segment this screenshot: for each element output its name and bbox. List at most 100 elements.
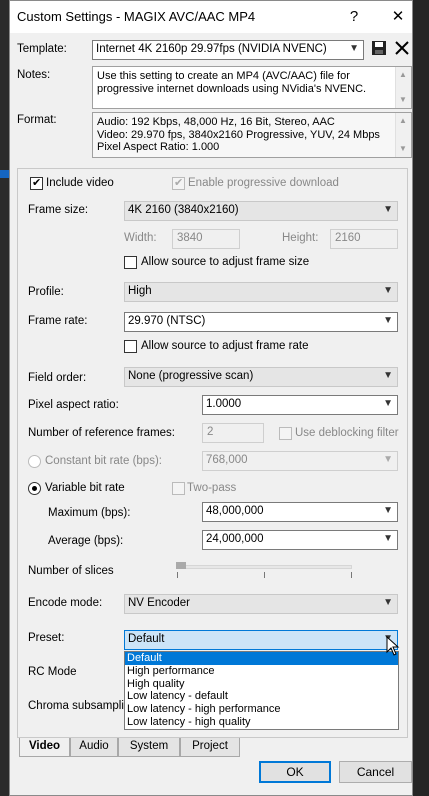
progressive-download-label: Enable progressive download (188, 177, 339, 189)
deblocking-checkbox[interactable] (279, 427, 292, 440)
preset-option-high-quality[interactable]: High quality (125, 678, 398, 691)
chevron-down-icon: ▼ (383, 285, 393, 296)
include-video-label: Include video (46, 177, 114, 189)
two-pass-checkbox[interactable] (172, 482, 185, 495)
frame-size-label: Frame size: (28, 204, 89, 216)
chevron-down-icon: ▼ (383, 370, 393, 381)
template-label: Template: (17, 43, 67, 55)
include-video-checkbox[interactable]: ✔ (30, 177, 43, 190)
mouse-cursor-icon (386, 636, 400, 656)
background-app-right (412, 0, 429, 796)
preset-label: Preset: (28, 632, 65, 644)
preset-select[interactable]: Default ▼ (124, 630, 398, 650)
constant-bitrate-select[interactable]: 768,000 ▼ (202, 451, 398, 471)
ok-button[interactable]: OK (259, 761, 331, 783)
slices-slider-track[interactable] (176, 565, 352, 569)
format-line-2: Video: 29.970 fps, 3840x2160 Progressive… (97, 128, 380, 141)
pixel-aspect-value: 1.0000 (206, 398, 242, 410)
ref-frames-input[interactable]: 2 (202, 423, 264, 443)
preset-option-low-latency-high-quality[interactable]: Low latency - high quality (125, 716, 398, 729)
tab-video[interactable]: Video (19, 738, 70, 757)
profile-value: High (128, 285, 152, 297)
chevron-down-icon: ▼ (349, 43, 359, 54)
notes-line-1: Use this setting to create an MP4 (AVC/A… (97, 70, 350, 82)
frame-size-select[interactable]: 4K 2160 (3840x2160) ▼ (124, 201, 398, 221)
tab-audio[interactable]: Audio (70, 738, 118, 757)
format-textbox: Audio: 192 Kbps, 48,000 Hz, 16 Bit, Ster… (92, 112, 412, 158)
preset-dropdown-list: Default High performance High quality Lo… (124, 651, 399, 730)
window-title: Custom Settings - MAGIX AVC/AAC MP4 (17, 9, 256, 24)
format-scrollbar[interactable]: ▲ ▼ (395, 113, 411, 157)
encode-mode-label: Encode mode: (28, 597, 103, 609)
preset-option-low-latency-default[interactable]: Low latency - default (125, 690, 398, 703)
notes-label: Notes: (17, 69, 51, 81)
tab-system[interactable]: System (118, 738, 180, 757)
profile-label: Profile: (28, 286, 64, 298)
field-order-select[interactable]: None (progressive scan) ▼ (124, 367, 398, 387)
allow-frame-size-checkbox[interactable] (124, 256, 137, 269)
chevron-down-icon: ▼ (383, 454, 393, 465)
notes-scrollbar[interactable]: ▲ ▼ (395, 67, 411, 108)
preset-value: Default (128, 633, 165, 645)
slider-tick (264, 572, 265, 578)
constant-bitrate-radio[interactable] (28, 455, 41, 468)
rc-mode-label: RC Mode (28, 666, 77, 678)
chevron-down-icon: ▼ (383, 315, 393, 326)
format-line-1: Audio: 192 Kbps, 48,000 Hz, 16 Bit, Ster… (97, 116, 335, 128)
average-select[interactable]: 24,000,000 ▼ (202, 530, 398, 550)
chevron-down-icon: ▼ (383, 597, 393, 608)
width-input[interactable]: 3840 (172, 229, 240, 249)
notes-line-2: progressive internet downloads using NVi… (97, 82, 367, 95)
encode-mode-value: NV Encoder (128, 597, 191, 609)
deblocking-label: Use deblocking filter (295, 427, 399, 439)
chroma-label: Chroma subsampling (28, 700, 137, 712)
field-order-value: None (progressive scan) (128, 370, 254, 382)
frame-rate-value: 29.970 (NTSC) (128, 315, 206, 327)
save-template-icon[interactable] (370, 39, 388, 57)
preset-option-low-latency-high-performance[interactable]: Low latency - high performance (125, 703, 398, 716)
slider-tick (351, 572, 352, 578)
template-value: Internet 4K 2160p 29.97fps (NVIDIA NVENC… (96, 43, 327, 55)
field-order-label: Field order: (28, 372, 87, 384)
allow-frame-rate-checkbox[interactable] (124, 340, 137, 353)
height-label: Height: (282, 232, 319, 244)
maximum-value: 48,000,000 (206, 505, 264, 517)
ref-frames-label: Number of reference frames: (28, 427, 176, 439)
help-button[interactable]: ? (343, 6, 365, 28)
template-select[interactable]: Internet 4K 2160p 29.97fps (NVIDIA NVENC… (92, 40, 364, 60)
variable-bitrate-label: Variable bit rate (45, 482, 125, 494)
pixel-aspect-label: Pixel aspect ratio: (28, 399, 119, 411)
custom-settings-dialog: Custom Settings - MAGIX AVC/AAC MP4 ? ✕ … (9, 0, 413, 796)
slider-tick (177, 572, 178, 578)
encode-mode-select[interactable]: NV Encoder ▼ (124, 594, 398, 614)
chevron-down-icon: ▼ (383, 505, 393, 516)
profile-select[interactable]: High ▼ (124, 282, 398, 302)
preset-option-default[interactable]: Default (125, 652, 398, 665)
constant-bitrate-label: Constant bit rate (bps): (45, 455, 162, 467)
format-label: Format: (17, 114, 57, 126)
two-pass-label: Two-pass (187, 482, 237, 494)
tab-project[interactable]: Project (180, 738, 240, 757)
frame-rate-label: Frame rate: (28, 315, 88, 327)
title-bar: Custom Settings - MAGIX AVC/AAC MP4 ? ✕ (10, 1, 412, 33)
height-input[interactable]: 2160 (330, 229, 398, 249)
chevron-down-icon: ▼ (383, 533, 393, 544)
format-line-3: Pixel Aspect Ratio: 1.000 (97, 141, 220, 153)
frame-rate-select[interactable]: 29.970 (NTSC) ▼ (124, 312, 398, 332)
chevron-down-icon: ▼ (383, 204, 393, 215)
maximum-label: Maximum (bps): (48, 507, 131, 519)
maximum-select[interactable]: 48,000,000 ▼ (202, 502, 398, 522)
frame-size-value: 4K 2160 (3840x2160) (128, 204, 239, 216)
progressive-download-checkbox[interactable]: ✔ (172, 177, 185, 190)
notes-textbox[interactable]: Use this setting to create an MP4 (AVC/A… (92, 66, 412, 109)
allow-frame-size-label: Allow source to adjust frame size (141, 256, 310, 268)
slices-slider-thumb[interactable] (176, 562, 186, 569)
close-button[interactable]: ✕ (387, 6, 409, 28)
average-value: 24,000,000 (206, 533, 264, 545)
preset-option-high-performance[interactable]: High performance (125, 665, 398, 678)
cancel-button[interactable]: Cancel (339, 761, 412, 783)
constant-bitrate-value: 768,000 (206, 454, 248, 466)
pixel-aspect-select[interactable]: 1.0000 ▼ (202, 395, 398, 415)
delete-template-icon[interactable] (393, 39, 411, 57)
variable-bitrate-radio[interactable] (28, 482, 41, 495)
